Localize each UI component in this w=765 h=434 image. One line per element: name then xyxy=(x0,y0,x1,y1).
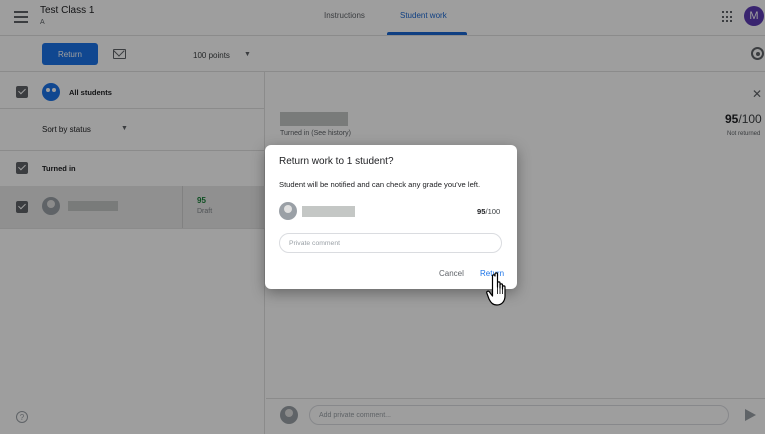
dialog-student-avatar xyxy=(279,202,297,220)
hand-cursor-icon xyxy=(486,272,506,306)
return-dialog: Return work to 1 student? Student will b… xyxy=(265,145,517,289)
dialog-score-max: /100 xyxy=(485,207,501,216)
dialog-comment-input[interactable]: Private comment xyxy=(279,233,502,253)
cancel-button[interactable]: Cancel xyxy=(439,269,464,278)
dialog-body: Student will be notified and can check a… xyxy=(279,180,481,189)
dialog-student-name-redacted xyxy=(302,206,355,217)
dialog-score: 95/100 xyxy=(477,207,500,216)
dialog-title: Return work to 1 student? xyxy=(279,156,394,167)
